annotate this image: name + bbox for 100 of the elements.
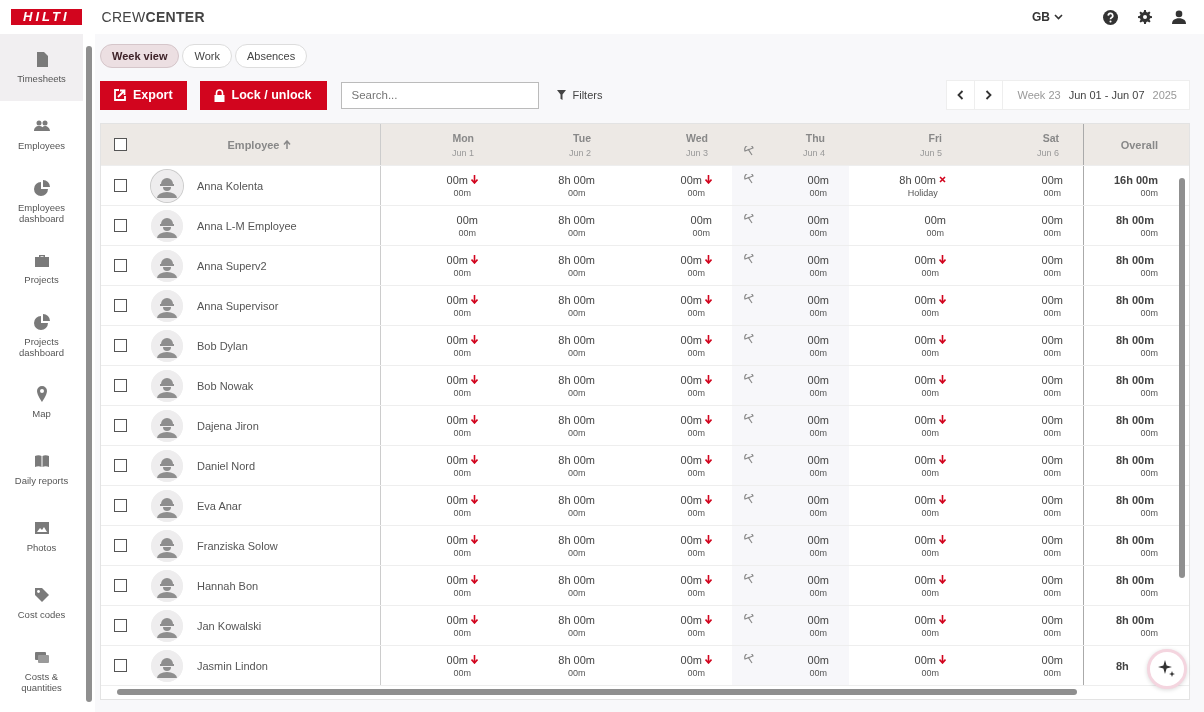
hours-value: 00m (456, 213, 478, 226)
row-checkbox[interactable] (113, 539, 127, 552)
hours-value: 00m (446, 333, 468, 346)
help-icon[interactable] (1103, 9, 1118, 25)
export-icon (114, 89, 126, 101)
overall-hours: 8h 00m (1116, 293, 1155, 306)
down-arrow-icon (705, 655, 712, 664)
scrollbar[interactable] (117, 689, 1077, 695)
language-selector[interactable]: GB (1032, 10, 1063, 24)
hours-subvalue: 00m (687, 427, 706, 438)
employee-name: Bob Dylan (197, 339, 248, 352)
row-checkbox[interactable] (113, 379, 127, 392)
hours-value: 8h 00m (558, 573, 595, 586)
select-all-checkbox[interactable] (113, 138, 127, 151)
row-checkbox[interactable] (113, 499, 127, 512)
down-arrow-icon (939, 655, 946, 664)
overall-subvalue: 00m (1140, 587, 1158, 598)
hours-subvalue: 00m (1043, 587, 1062, 598)
row-checkbox[interactable] (113, 579, 127, 592)
hours-value: 8h 00m (558, 213, 595, 226)
hours-subvalue: 00m (809, 507, 828, 518)
down-arrow-icon (705, 295, 712, 304)
overall-hours: 8h 00m (1116, 413, 1155, 426)
scrollbar[interactable] (1179, 178, 1185, 578)
assistant-button[interactable] (1147, 649, 1187, 689)
employee-name: Dajena Jiron (197, 419, 259, 432)
sidebar-item[interactable]: Timesheets (0, 34, 83, 101)
hours-subvalue: 00m (687, 347, 706, 358)
date-header: Jun 6 (1036, 147, 1059, 158)
hours-subvalue: 00m (567, 547, 586, 558)
hours-subvalue: 00m (921, 547, 940, 558)
view-tab[interactable]: Absences (234, 44, 308, 68)
view-tab[interactable]: Work (182, 44, 232, 68)
hours-value: 00m (807, 653, 829, 666)
row-checkbox[interactable] (113, 219, 127, 232)
export-button[interactable]: Export (100, 80, 187, 110)
lock-unlock-button[interactable]: Lock / unlock (199, 80, 328, 110)
image-icon (33, 520, 50, 536)
employee-name: Franziska Solow (197, 539, 278, 552)
hours-subvalue: 00m (921, 347, 940, 358)
hours-subvalue: 00m (687, 547, 706, 558)
hours-value: 00m (446, 573, 468, 586)
hours-value: 00m (1041, 253, 1063, 266)
hours-value: 00m (1041, 573, 1063, 586)
hours-subvalue: 00m (567, 467, 586, 478)
row-checkbox[interactable] (113, 259, 127, 272)
hours-subvalue: 00m (567, 187, 586, 198)
row-checkbox[interactable] (113, 299, 127, 312)
down-arrow-icon (939, 615, 946, 624)
overall-hours: 8h 00m (1116, 493, 1155, 506)
hours-subvalue: 00m (809, 627, 828, 638)
down-arrow-icon (705, 575, 712, 584)
pie-chart-icon (33, 313, 50, 330)
hours-value: 00m (680, 173, 702, 186)
overall-subvalue: 00m (1140, 627, 1158, 638)
scrollbar[interactable] (83, 34, 95, 712)
hours-subvalue: 00m (921, 627, 940, 638)
umbrella-icon (744, 494, 754, 504)
filters-button[interactable]: Filters (551, 88, 609, 102)
employee-name: Anna Kolenta (197, 179, 264, 192)
down-arrow-icon (471, 455, 478, 464)
view-tab[interactable]: Week view (100, 44, 180, 68)
down-arrow-icon (939, 335, 946, 344)
date-header: Jun 1 (451, 147, 474, 158)
app-name: CREWCENTER (101, 9, 205, 25)
search-field[interactable]: Search... (341, 81, 540, 109)
settings-icon[interactable] (1138, 10, 1152, 24)
hours-value: 00m (807, 173, 829, 186)
row-checkbox[interactable] (113, 339, 127, 352)
hours-subvalue: 00m (453, 667, 472, 678)
hours-value: 8h 00m (558, 493, 595, 506)
hours-value: 00m (680, 293, 702, 306)
hours-value: 00m (680, 493, 702, 506)
hours-subvalue: 00m (687, 267, 706, 278)
down-arrow-icon (471, 655, 478, 664)
pie-chart-icon (33, 179, 50, 196)
row-checkbox[interactable] (113, 619, 127, 632)
hours-subvalue: 00m (687, 187, 706, 198)
hours-subvalue: 00m (567, 267, 586, 278)
row-checkbox[interactable] (113, 459, 127, 472)
date-header: Jun 4 (802, 147, 825, 158)
hours-value: 8h 00m (558, 373, 595, 386)
row-checkbox[interactable] (113, 659, 127, 672)
year-label: 2025 (1151, 89, 1178, 101)
briefcase-icon (33, 252, 50, 268)
overall-hours: 8h 00m (1116, 573, 1155, 586)
row-checkbox[interactable] (113, 419, 127, 432)
hours-subvalue: 00m (921, 507, 940, 518)
hours-value: 00m (680, 333, 702, 346)
hours-value: 8h 00m (558, 413, 595, 426)
user-icon[interactable] (1172, 10, 1186, 24)
umbrella-icon (744, 414, 754, 424)
hours-subvalue: 00m (453, 587, 472, 598)
hours-subvalue: 00m (926, 227, 945, 238)
down-arrow-icon (939, 375, 946, 384)
row-checkbox[interactable] (113, 179, 127, 192)
hours-subvalue: 00m (687, 507, 706, 518)
absence-label: Holiday (907, 187, 938, 198)
hours-value: 00m (807, 493, 829, 506)
hours-subvalue: 00m (453, 387, 472, 398)
